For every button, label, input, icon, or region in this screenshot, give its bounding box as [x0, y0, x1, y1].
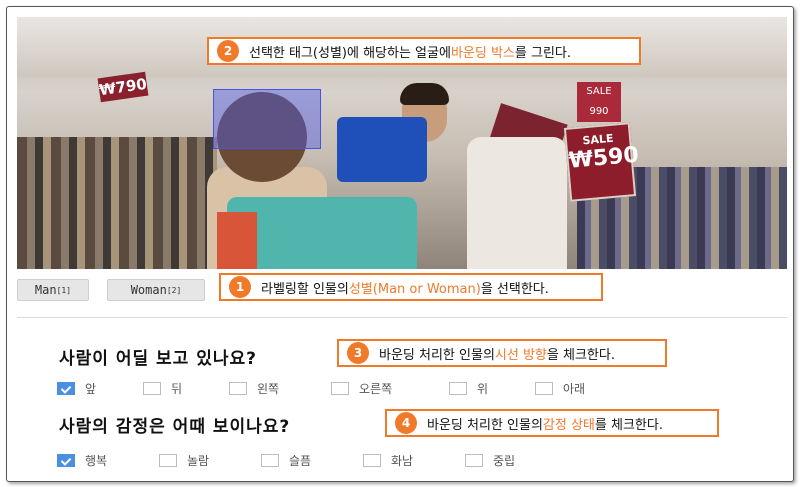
option-label: 앞	[85, 382, 97, 396]
emotion-option-happy[interactable]: 행복	[57, 452, 159, 469]
checkbox[interactable]	[159, 454, 177, 467]
step-number-badge: 1	[229, 276, 251, 298]
price-tag-left: ₩790	[97, 71, 149, 103]
labeling-tool-window: ₩790 SALE 990 SALE ₩590 2 선택한 태그(성별)에 해당…	[6, 6, 794, 482]
step-number-badge: 3	[347, 342, 369, 364]
callout-highlight: 시선 방향	[494, 347, 547, 363]
sale-tag-big: SALE ₩590	[563, 122, 640, 202]
gaze-option-up[interactable]: 위	[449, 380, 535, 397]
checkbox[interactable]	[465, 454, 483, 467]
callout-text-end: 를 체크한다.	[594, 417, 663, 433]
checkbox[interactable]	[143, 382, 161, 395]
step-number-badge: 2	[217, 40, 239, 62]
callout-highlight: 성별(Man or Woman)	[348, 281, 481, 297]
sale-tag-small: SALE 990	[577, 82, 621, 122]
emotion-option-sad[interactable]: 슬픔	[261, 452, 363, 469]
gaze-question: 사람이 어딜 보고 있나요?	[59, 349, 258, 369]
checkbox[interactable]	[261, 454, 279, 467]
callout-text-end: 을 선택한다.	[480, 281, 549, 297]
checkbox[interactable]	[363, 454, 381, 467]
checkbox[interactable]	[229, 382, 247, 395]
face-bounding-box[interactable]	[213, 89, 321, 149]
emotion-option-neutral[interactable]: 중립	[465, 452, 567, 469]
tag-woman-button[interactable]: Woman [2]	[107, 279, 205, 301]
emotion-option-angry[interactable]: 화남	[363, 452, 465, 469]
checkbox[interactable]	[535, 382, 553, 395]
sale-tag-price: ₩590	[567, 142, 640, 174]
checkbox[interactable]	[449, 382, 467, 395]
tag-woman-label: Woman	[130, 283, 167, 297]
option-label: 뒤	[171, 382, 183, 396]
callout-step-4: 4 바운딩 처리한 인물의 감정 상태 를 체크한다.	[385, 409, 719, 437]
callout-highlight: 감정 상태	[542, 417, 595, 433]
emotion-option-surprise[interactable]: 놀람	[159, 452, 261, 469]
checkbox-checked[interactable]	[57, 382, 75, 395]
gaze-option-down[interactable]: 아래	[535, 380, 621, 397]
callout-text: 바운딩 처리한 인물의	[379, 347, 495, 363]
man-figure	[467, 137, 567, 269]
gaze-option-left[interactable]: 왼쪽	[229, 380, 331, 397]
tag-man-label: Man	[34, 283, 57, 297]
callout-text-end: 를 그린다.	[514, 45, 571, 61]
step-number-badge: 4	[395, 412, 417, 434]
callout-step-3: 3 바운딩 처리한 인물의 시선 방향 을 체크한다.	[337, 339, 667, 367]
option-label: 행복	[85, 454, 108, 468]
option-label: 왼쪽	[257, 382, 280, 396]
callout-highlight: 바운딩 박스	[450, 45, 515, 61]
man-hair	[400, 83, 449, 105]
option-label: 아래	[563, 382, 586, 396]
callout-text: 바운딩 처리한 인물의	[427, 417, 543, 433]
option-label: 중립	[493, 454, 516, 468]
callout-text-end: 을 체크한다.	[546, 347, 615, 363]
option-label: 슬픔	[289, 454, 312, 468]
callout-text: 라벨링할 인물의	[261, 281, 349, 297]
option-label: 화남	[391, 454, 414, 468]
tag-man-shortcut: [1]	[56, 285, 72, 295]
clothing-rack-left	[17, 137, 217, 269]
emotion-question: 사람의 감정은 어때 보이나요?	[59, 417, 291, 437]
gaze-option-right[interactable]: 오른쪽	[331, 380, 449, 397]
gaze-option-front[interactable]: 앞	[57, 380, 143, 397]
option-label: 놀람	[187, 454, 210, 468]
tag-man-button[interactable]: Man [1]	[17, 279, 89, 301]
callout-text: 선택한 태그(성별)에 해당하는 얼굴에	[249, 45, 451, 61]
blue-shirt	[337, 117, 427, 182]
emotion-options: 행복 놀람 슬픔 화남 중립	[57, 452, 567, 469]
tag-woman-shortcut: [2]	[166, 285, 182, 295]
option-label: 오른쪽	[359, 382, 393, 396]
checkbox[interactable]	[331, 382, 349, 395]
red-shirt	[217, 212, 257, 269]
callout-step-1: 1 라벨링할 인물의 성별(Man or Woman) 을 선택한다.	[219, 273, 603, 301]
gaze-options: 앞 뒤 왼쪽 오른쪽 위 아래	[57, 380, 621, 397]
callout-step-2: 2 선택한 태그(성별)에 해당하는 얼굴에 바운딩 박스 를 그린다.	[207, 37, 641, 65]
gaze-option-back[interactable]: 뒤	[143, 380, 229, 397]
checkbox-checked[interactable]	[57, 454, 75, 467]
option-label: 위	[477, 382, 489, 396]
